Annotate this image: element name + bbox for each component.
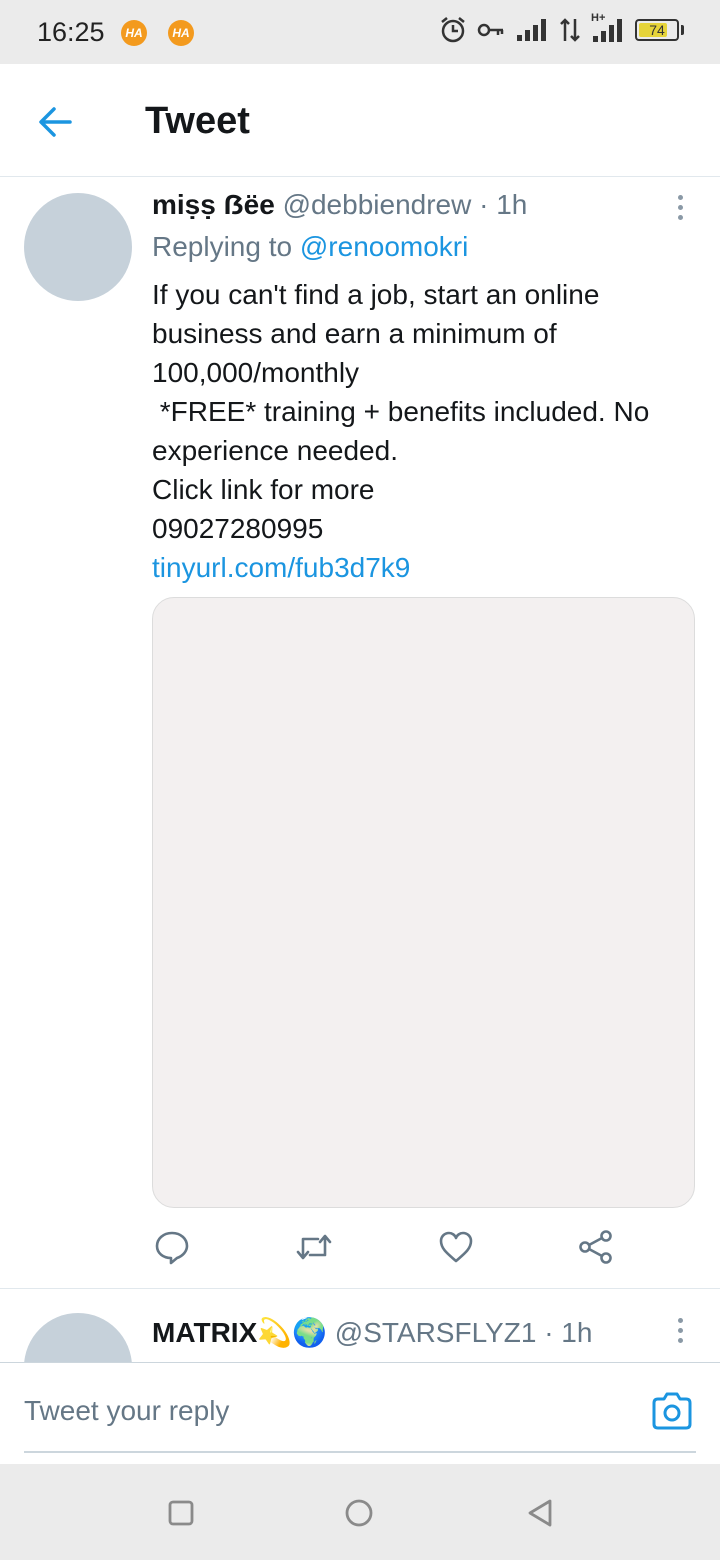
tweet-text-line: experience needed. <box>152 435 398 466</box>
key-icon <box>477 23 504 37</box>
tweet-text-line: 100,000/monthly <box>152 357 360 388</box>
tweet-text-line: business and earn a minimum of <box>152 318 557 349</box>
author-handle: @debbiendrew <box>282 189 472 220</box>
tweet-text-line: Click link for more <box>152 474 375 505</box>
recents-button[interactable] <box>166 1498 196 1528</box>
reply-icon <box>155 1231 189 1265</box>
tweet-text-line: *FREE* training + benefits included. No <box>152 396 650 427</box>
tweet-time: · 1h <box>544 1317 593 1348</box>
system-nav-bar <box>0 1464 720 1560</box>
avatar[interactable] <box>24 193 132 301</box>
author-name[interactable]: MATRIX💫🌍 <box>152 1317 327 1348</box>
signal-icon <box>517 19 546 41</box>
heart-icon <box>439 1231 473 1263</box>
replying-to: Replying to @renoomokri <box>152 231 468 263</box>
author-name[interactable]: miṣṣ ẞëe <box>152 189 275 220</box>
tweet-actions <box>152 1227 672 1267</box>
reply-input-underline <box>24 1451 696 1453</box>
tweet-text-line: 09027280995 <box>152 513 324 544</box>
signal-hplus-icon: H+ <box>591 12 625 44</box>
status-bar: 16:25 HA HA H+ 74 <box>0 0 720 64</box>
camera-icon <box>652 1392 692 1430</box>
arrow-left-icon <box>39 107 72 137</box>
avatar[interactable] <box>24 1313 132 1362</box>
more-options-button[interactable] <box>670 1316 690 1346</box>
retweet-button[interactable] <box>294 1227 334 1267</box>
tweet[interactable]: MATRIX💫🌍 @STARSFLYZ1 · 1h <box>0 1300 720 1362</box>
retweet-icon <box>296 1234 332 1260</box>
page-title: Tweet <box>145 100 250 142</box>
share-icon <box>579 1230 612 1264</box>
back-button[interactable] <box>34 100 78 144</box>
tweet-header: MATRIX💫🌍 @STARSFLYZ1 · 1h <box>152 1316 592 1349</box>
notification-badge: HA <box>121 20 147 46</box>
more-options-button[interactable] <box>670 193 690 223</box>
notification-badge: HA <box>168 20 194 46</box>
tweet-header: miṣṣ ẞëe @debbiendrew · 1h <box>152 189 527 221</box>
tweet-text-line: If you can't find a job, start an online <box>152 279 600 310</box>
alarm-icon <box>441 17 465 43</box>
share-button[interactable] <box>576 1227 616 1267</box>
reply-bar <box>0 1362 720 1465</box>
back-triangle-icon <box>528 1499 552 1527</box>
back-nav-button[interactable] <box>525 1498 555 1528</box>
tweet-text: If you can't find a job, start an online… <box>152 275 692 587</box>
more-vertical-icon <box>670 193 690 220</box>
status-time: 16:25 <box>37 17 105 47</box>
more-vertical-icon <box>670 1316 690 1343</box>
reply-input[interactable] <box>24 1383 624 1439</box>
camera-button[interactable] <box>650 1391 694 1431</box>
status-icons: H+ 74 <box>439 12 684 44</box>
reply-button[interactable] <box>152 1227 192 1267</box>
battery-level: 74 <box>649 22 665 38</box>
like-button[interactable] <box>436 1227 476 1267</box>
recents-square-icon <box>168 1500 194 1526</box>
replying-to-link[interactable]: @renoomokri <box>300 231 468 262</box>
divider <box>0 1288 720 1289</box>
tweet[interactable]: miṣṣ ẞëe @debbiendrew · 1h Replying to @… <box>0 177 720 1287</box>
author-handle: @STARSFLYZ1 <box>334 1317 537 1348</box>
home-circle-icon <box>345 1499 373 1527</box>
battery-icon: 74 <box>635 19 684 41</box>
replying-prefix: Replying to <box>152 231 293 262</box>
home-button[interactable] <box>344 1498 374 1528</box>
app-header: Tweet <box>0 64 720 177</box>
tweet-link[interactable]: tinyurl.com/fub3d7k9 <box>152 548 692 587</box>
tweet-media[interactable] <box>152 597 695 1208</box>
data-transfer-icon <box>560 18 580 42</box>
tweet-time: · 1h <box>479 189 528 220</box>
